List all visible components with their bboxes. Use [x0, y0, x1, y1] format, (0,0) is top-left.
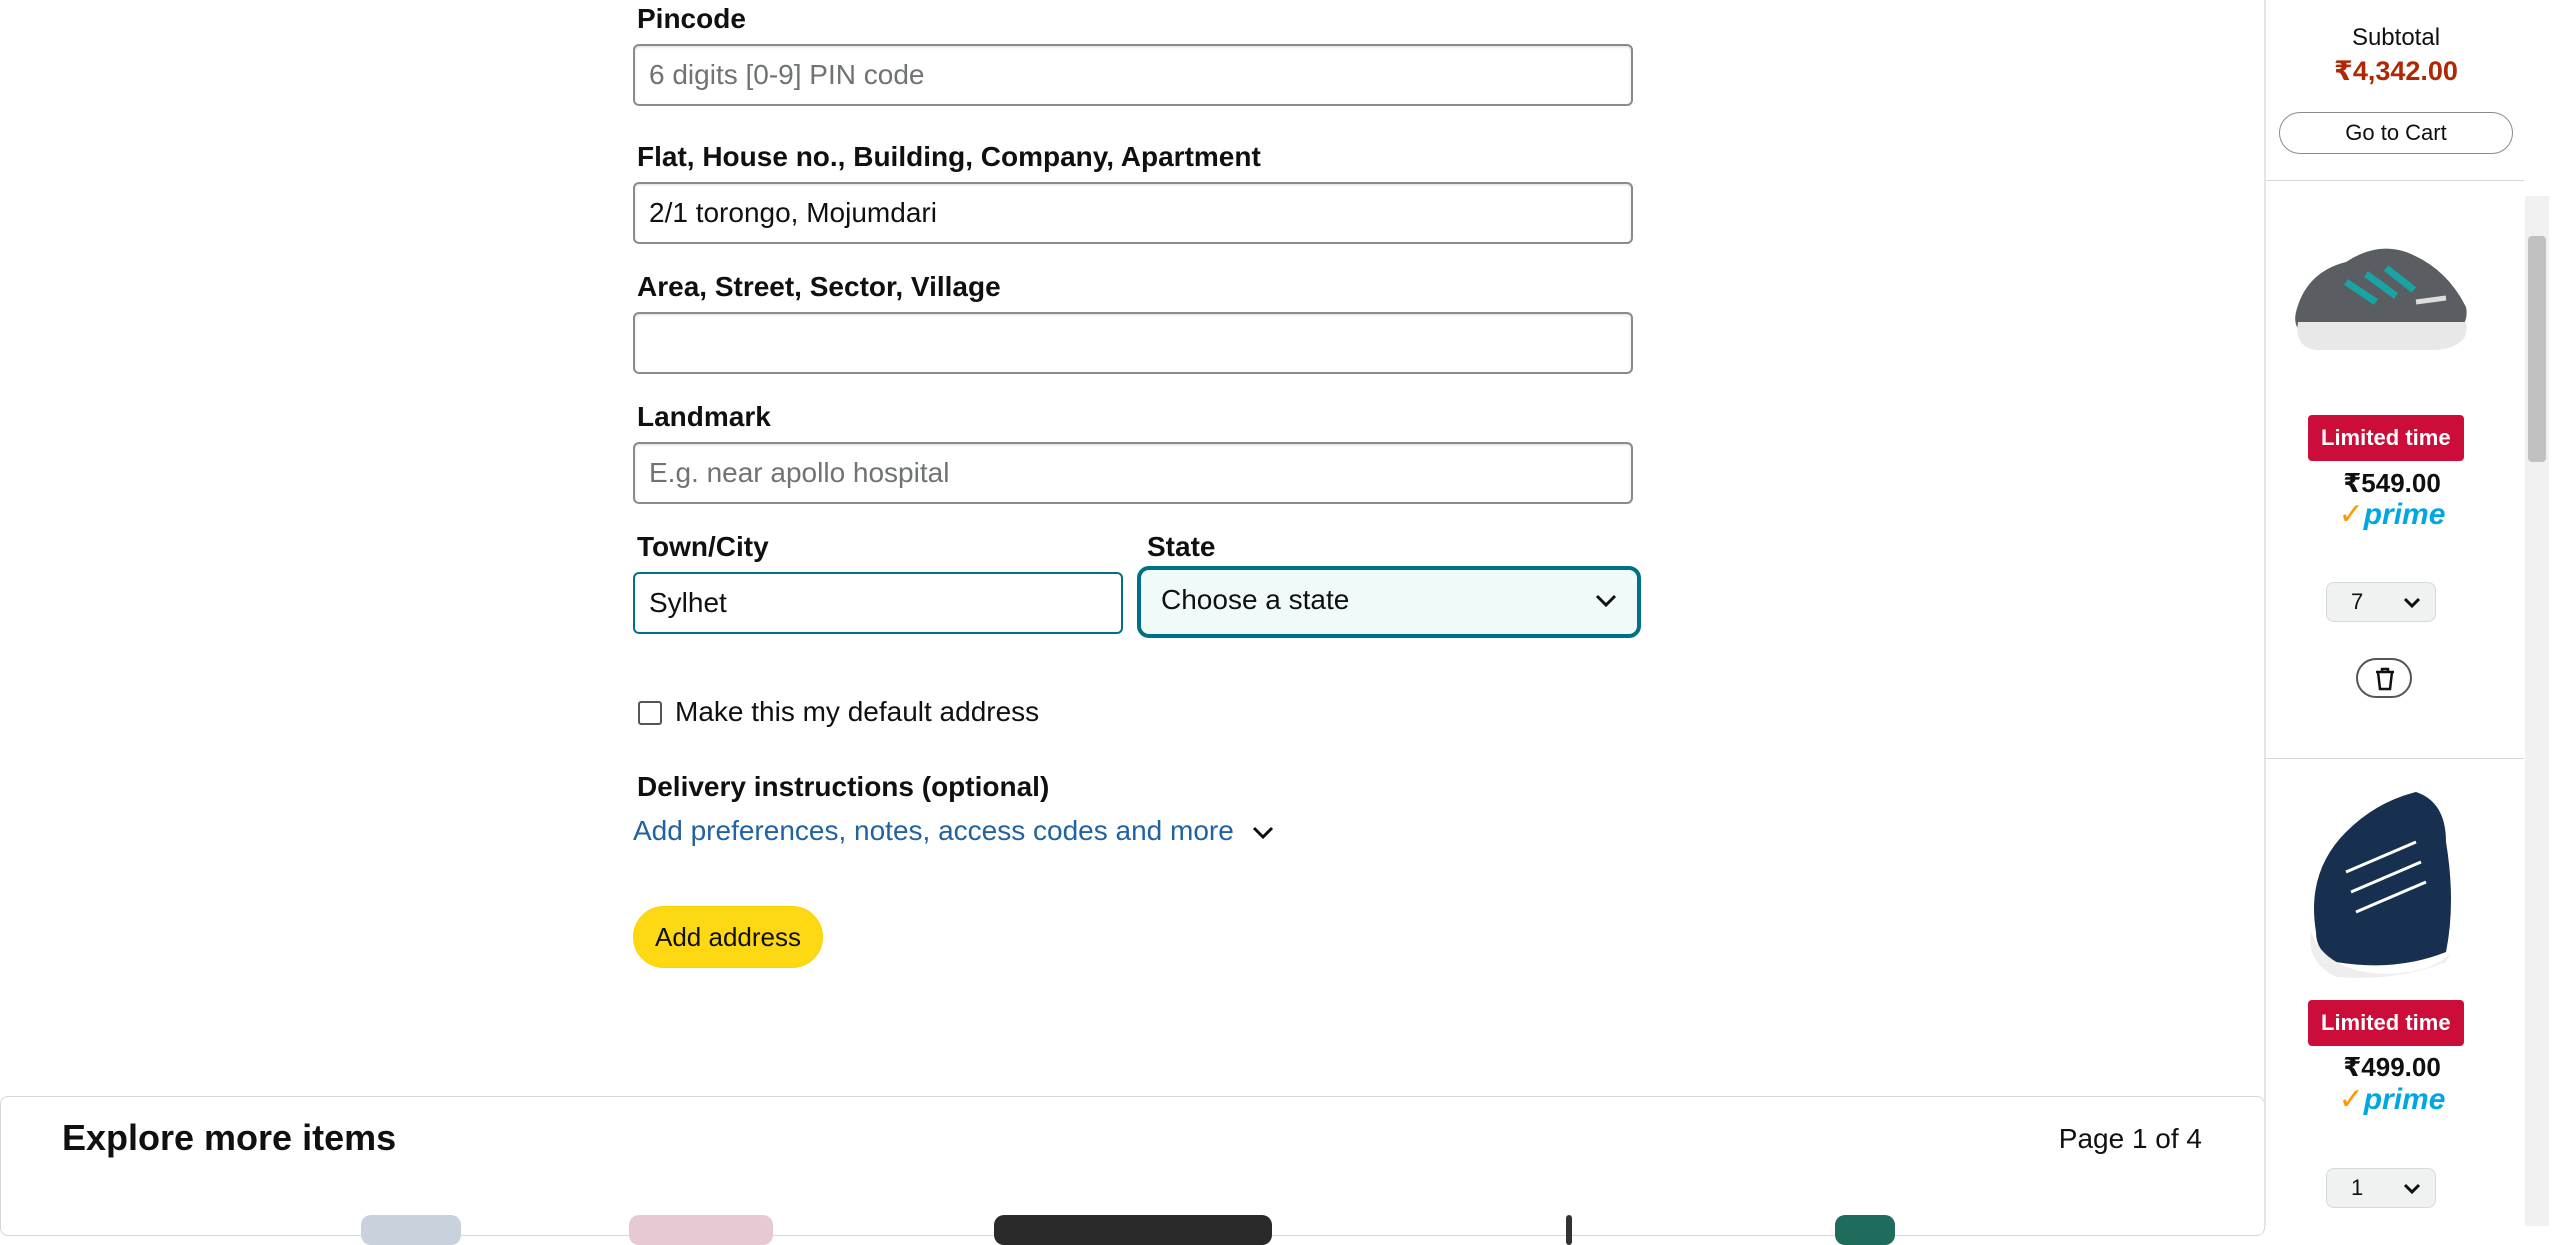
product-thumbnail[interactable]: [629, 1215, 773, 1245]
item-price: ₹549.00: [2343, 468, 2441, 498]
prime-logo: ✓prime: [2266, 497, 2518, 532]
item-price: ₹499.00: [2343, 1052, 2441, 1082]
sidebar-divider-line: [2266, 758, 2524, 759]
prime-logo: ✓prime: [2266, 1082, 2518, 1117]
cart-sidebar: Subtotal ₹4,342.00 Go to Cart Limited ti…: [2266, 0, 2526, 1226]
sidebar-divider-line: [2266, 180, 2524, 181]
page-indicator: Page 1 of 4: [2058, 1123, 2202, 1154]
limited-time-badge: Limited time: [2308, 1000, 2464, 1046]
quantity-value: 7: [2351, 589, 2364, 614]
prime-check-icon: ✓: [2338, 498, 2364, 531]
area-input[interactable]: [633, 312, 1633, 374]
product-thumbnail[interactable]: [361, 1215, 461, 1245]
prime-text: prime: [2363, 1083, 2446, 1116]
chevron-down-icon: [1252, 826, 1273, 839]
city-label: Town/City: [637, 531, 769, 562]
explore-title: Explore more items: [62, 1117, 397, 1158]
navy-running-shoe-image[interactable]: [2296, 782, 2466, 982]
area-label: Area, Street, Sector, Village: [637, 271, 1001, 302]
sidebar-scrollbar-thumb[interactable]: [2528, 236, 2546, 462]
pincode-input[interactable]: 6 digits [0-9] PIN code: [633, 44, 1633, 106]
product-thumbnail[interactable]: [1835, 1215, 1895, 1245]
delete-item-button[interactable]: [2356, 658, 2412, 698]
chevron-down-icon: [1595, 594, 1617, 608]
add-address-button[interactable]: Add address: [633, 906, 823, 968]
quantity-select[interactable]: 1: [2326, 1168, 2436, 1208]
landmark-input[interactable]: E.g. near apollo hospital: [633, 442, 1633, 504]
state-label: State: [1147, 531, 1216, 562]
subtotal-value: ₹4,342.00: [2334, 56, 2458, 86]
state-select-value: Choose a state: [1161, 584, 1350, 615]
delivery-preferences-link-text: Add preferences, notes, access codes and…: [633, 815, 1234, 846]
flat-input[interactable]: 2/1 torongo, Mojumdari: [633, 182, 1633, 244]
subtotal-label: Subtotal: [2351, 24, 2441, 51]
default-address-label: Make this my default address: [675, 696, 1040, 727]
default-address-checkbox[interactable]: [638, 701, 662, 725]
limited-time-badge: Limited time: [2308, 415, 2464, 461]
prime-text: prime: [2363, 498, 2446, 531]
chevron-down-icon: [2403, 1183, 2421, 1195]
delivery-instructions-heading: Delivery instructions (optional): [637, 771, 1050, 802]
pincode-label: Pincode: [637, 3, 746, 34]
chevron-down-icon: [2403, 597, 2421, 609]
quantity-value: 1: [2351, 1175, 2364, 1200]
quantity-select[interactable]: 7: [2326, 582, 2436, 622]
go-to-cart-button[interactable]: Go to Cart: [2279, 112, 2513, 154]
prime-check-icon: ✓: [2338, 1083, 2364, 1116]
landmark-label: Landmark: [637, 401, 771, 432]
flat-label: Flat, House no., Building, Company, Apar…: [637, 141, 1261, 172]
delivery-preferences-link[interactable]: Add preferences, notes, access codes and…: [633, 815, 1274, 847]
trash-icon: [2376, 667, 2394, 691]
explore-more-section: Explore more items Page 1 of 4: [0, 1096, 2265, 1245]
state-select[interactable]: Choose a state: [1137, 566, 1641, 638]
product-thumbnail[interactable]: [1566, 1215, 1572, 1245]
product-thumbnail[interactable]: [994, 1215, 1272, 1245]
grey-running-shoe-image[interactable]: [2286, 222, 2476, 362]
city-input[interactable]: Sylhet: [633, 572, 1123, 634]
